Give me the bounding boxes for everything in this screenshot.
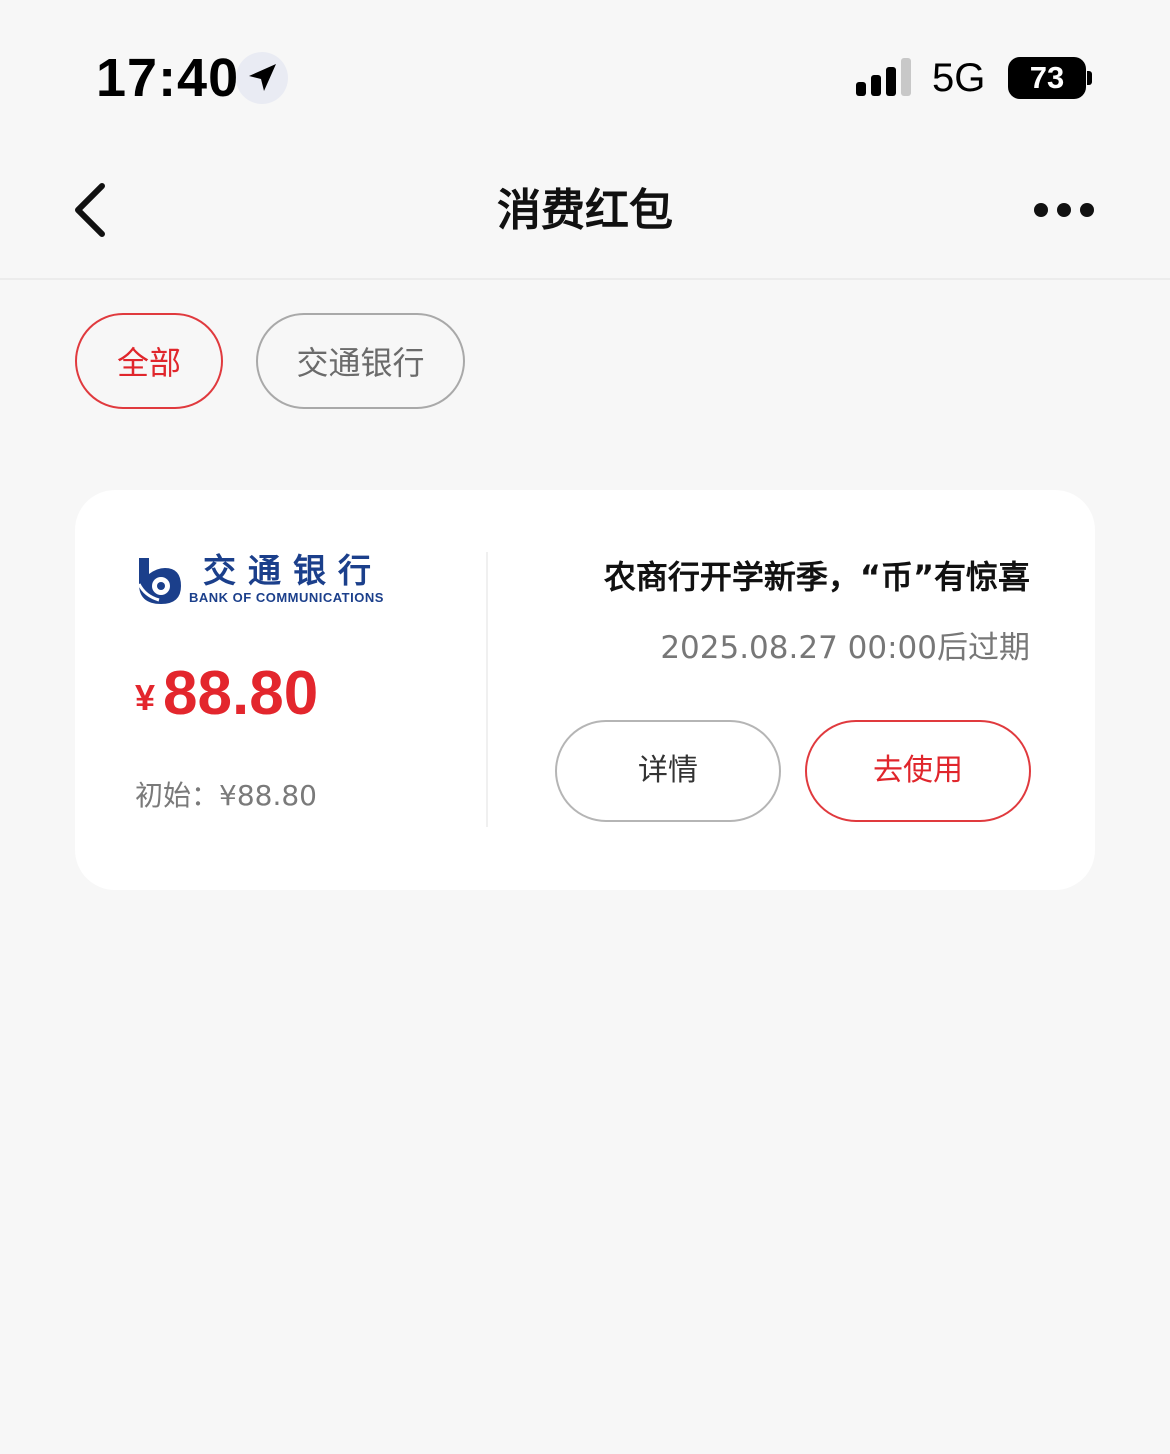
status-time: 17:40 bbox=[96, 48, 240, 108]
initial-amount: 初始：¥88.80 bbox=[135, 779, 317, 812]
location-arrow-icon bbox=[236, 52, 288, 104]
filter-tab-bank-of-communications[interactable]: 交通银行 bbox=[256, 313, 465, 409]
more-dots-icon bbox=[1034, 203, 1094, 217]
network-type: 5G bbox=[932, 56, 986, 100]
card-divider bbox=[486, 552, 488, 827]
status-bar: 17:40 5G 73 bbox=[0, 0, 1170, 150]
bank-name-cn: 交通银行 bbox=[203, 551, 383, 590]
more-button[interactable] bbox=[1026, 190, 1102, 230]
detail-button[interactable]: 详情 bbox=[555, 720, 781, 822]
expiry-text: 2025.08.27 00:00后过期 bbox=[660, 630, 1030, 666]
battery-icon: 73 bbox=[1008, 57, 1086, 99]
currency-symbol: ¥ bbox=[135, 677, 156, 718]
use-button[interactable]: 去使用 bbox=[805, 720, 1031, 822]
coupon-title: 农商行开学新季，“币”有惊喜 bbox=[603, 558, 1030, 596]
battery-tip bbox=[1087, 71, 1092, 85]
amount-value: 88.80 bbox=[163, 659, 319, 728]
bank-of-communications-logo-icon bbox=[137, 558, 181, 604]
bank-logo: 交通银行 BANK OF COMMUNICATIONS bbox=[135, 550, 407, 610]
page-title: 消费红包 bbox=[497, 185, 673, 236]
nav-bar: 消费红包 bbox=[0, 150, 1170, 280]
coupon-card[interactable]: 交通银行 BANK OF COMMUNICATIONS ¥88.80 初始：¥8… bbox=[75, 490, 1095, 890]
filter-tab-all[interactable]: 全部 bbox=[75, 313, 223, 409]
bank-name-en: BANK OF COMMUNICATIONS bbox=[189, 590, 384, 605]
coupon-amount: ¥88.80 bbox=[135, 658, 318, 730]
signal-bars-icon bbox=[856, 58, 911, 96]
